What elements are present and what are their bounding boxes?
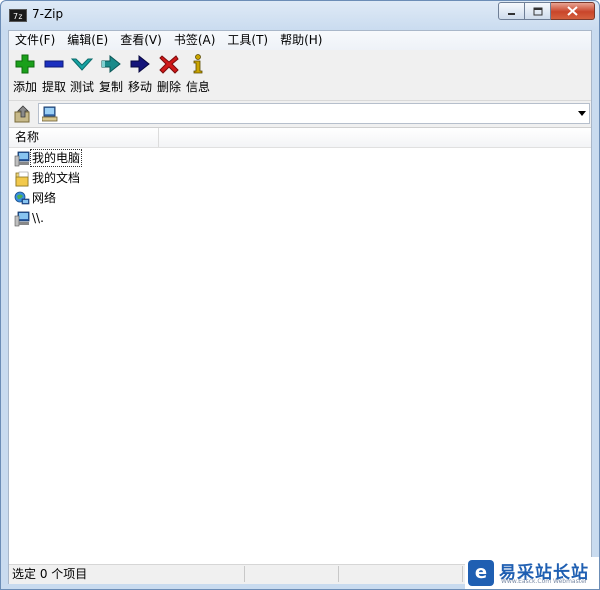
list-item-label: 我的电脑 (29, 149, 83, 167)
window-title: 7-Zip (32, 7, 64, 21)
up-folder-icon (14, 105, 30, 123)
list-item[interactable]: 网络 (9, 189, 591, 209)
address-bar (9, 100, 591, 127)
menu-bookmarks[interactable]: 书签(A) (168, 31, 222, 50)
computer-icon (14, 211, 30, 227)
computer-icon (42, 106, 58, 122)
info-icon (193, 54, 203, 74)
up-folder-button[interactable] (12, 104, 34, 124)
list-item-label: 我的文档 (32, 171, 81, 185)
menu-file[interactable]: 文件(F) (9, 31, 61, 50)
watermark-logo: e 易采站长站 Www.Easck.Com Webmaster (465, 557, 599, 589)
menu-edit[interactable]: 编辑(E) (61, 31, 114, 50)
chevron-down-icon[interactable] (578, 111, 586, 116)
computer-icon (14, 151, 30, 167)
network-icon (14, 191, 30, 205)
list-item[interactable]: \\. (9, 209, 591, 229)
list-rows: 我的电脑 我的文档 网络 \\. (9, 149, 591, 229)
menu-view[interactable]: 查看(V) (114, 31, 168, 50)
maximize-icon (533, 7, 542, 15)
app-icon: 7z (9, 9, 27, 22)
x-icon (159, 55, 179, 74)
list-item[interactable]: 我的电脑 (9, 149, 591, 169)
list-item-label: \\. (32, 211, 44, 225)
watermark-badge: e (468, 560, 494, 586)
client-area: 文件(F) 编辑(E) 查看(V) 书签(A) 工具(T) 帮助(H) 添加 提… (8, 30, 592, 584)
menu-help[interactable]: 帮助(H) (274, 31, 328, 50)
arrow-right-bold-icon (130, 54, 150, 74)
list-item-label: 网络 (32, 191, 57, 205)
info-label: 信息 (185, 80, 210, 94)
close-button[interactable] (551, 2, 595, 20)
menu-bar: 文件(F) 编辑(E) 查看(V) 书签(A) 工具(T) 帮助(H) (9, 31, 591, 50)
arrow-right-icon (101, 54, 121, 74)
status-text: 选定 0 个项目 (9, 566, 245, 582)
minus-icon (44, 60, 64, 68)
toolbar: 添加 提取 测试 复制 移动 删除 信息 (9, 51, 591, 99)
minimize-icon (508, 12, 515, 15)
caption-buttons (498, 2, 595, 20)
address-combobox[interactable] (38, 103, 590, 124)
plus-icon (15, 54, 35, 74)
minimize-button[interactable] (498, 2, 525, 20)
info-button[interactable]: 信息 (183, 53, 213, 97)
watermark-subtitle: Www.Easck.Com Webmaster (501, 578, 588, 585)
status-cell-2 (245, 566, 339, 582)
app-window: 7z 7-Zip 文件(F) 编辑(E) 查看(V) 书签(A) 工具(T) 帮… (0, 0, 600, 590)
documents-folder-icon (15, 171, 29, 187)
title-bar[interactable]: 7z 7-Zip (1, 1, 599, 29)
column-header-blank (160, 128, 591, 147)
status-cell-3 (339, 566, 463, 582)
list-header: 名称 (9, 128, 591, 148)
close-icon (567, 6, 578, 16)
list-item[interactable]: 我的文档 (9, 169, 591, 189)
maximize-button[interactable] (525, 2, 551, 20)
file-list[interactable]: 名称 我的电脑 我的文档 网络 \\. (9, 127, 591, 565)
check-chevron-icon (71, 58, 93, 71)
column-header-name[interactable]: 名称 (9, 128, 159, 147)
menu-tools[interactable]: 工具(T) (221, 31, 274, 50)
